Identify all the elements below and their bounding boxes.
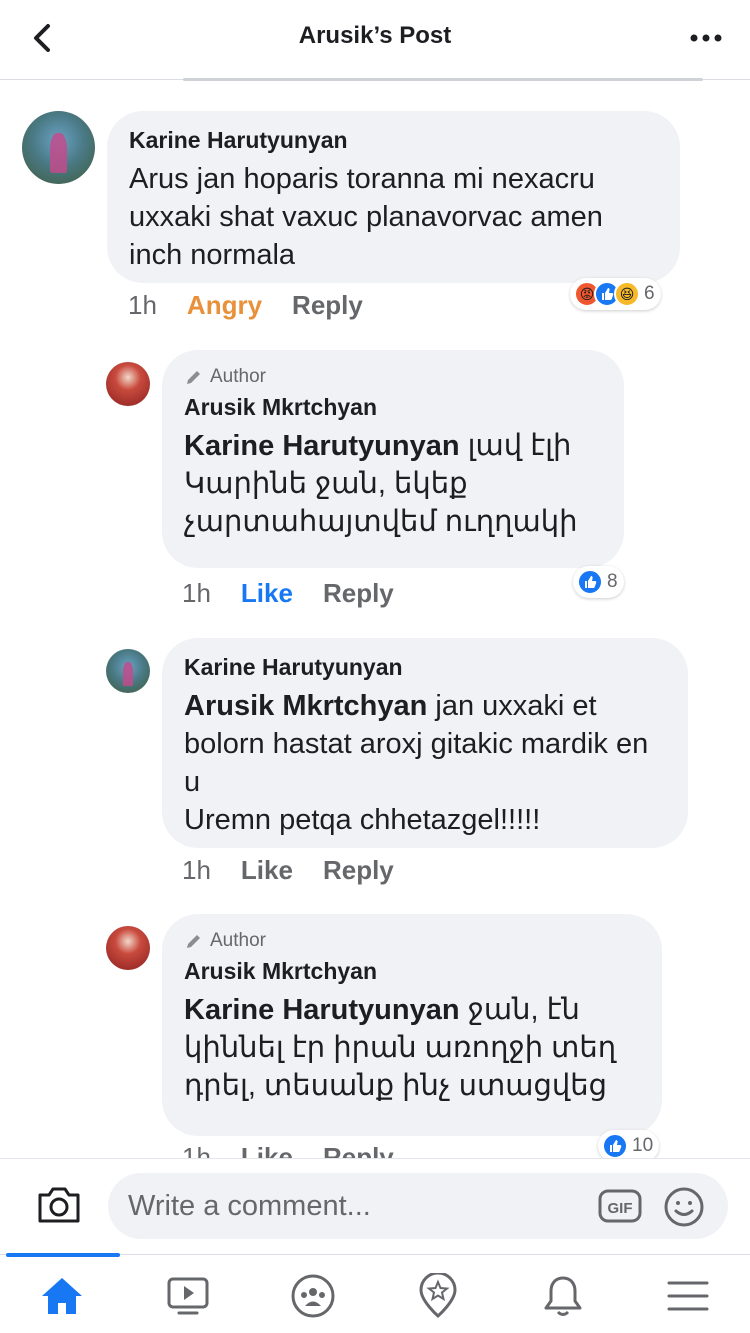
like-reaction-icon [577, 569, 603, 595]
reply-button[interactable]: Reply [292, 290, 363, 321]
gif-icon: GIF [598, 1189, 642, 1223]
reaction-summary[interactable]: 8 [573, 566, 624, 598]
reaction-count: 8 [607, 571, 618, 592]
avatar[interactable] [106, 926, 150, 970]
comment-author[interactable]: Arusik Mkrtchyan [184, 958, 640, 985]
watch-icon [167, 1277, 209, 1315]
comment-actions: 1h Angry Reply [128, 290, 363, 321]
avatar[interactable] [106, 362, 150, 406]
reaction-count: 10 [632, 1135, 654, 1156]
pencil-icon [187, 371, 200, 384]
bottom-navigation [0, 1253, 750, 1333]
groups-icon [291, 1274, 335, 1318]
comment-timestamp[interactable]: 1h [128, 290, 157, 321]
author-badge: Author [184, 366, 602, 388]
comment-author[interactable]: Arusik Mkrtchyan [184, 394, 602, 421]
nav-groups[interactable] [288, 1273, 338, 1319]
comment-text: Karine Harutyunyan ջան, էն կիննել էր իրա… [184, 994, 617, 1102]
comment-timestamp[interactable]: 1h [182, 578, 211, 609]
like-button[interactable]: Like [241, 855, 293, 886]
reply-button[interactable]: Reply [323, 855, 394, 886]
app-header: Arusik’s Post [0, 0, 750, 80]
haha-reaction-icon: 😆 [614, 281, 640, 307]
nav-notifications[interactable] [538, 1273, 588, 1319]
nav-watch[interactable] [163, 1273, 213, 1319]
avatar[interactable] [22, 111, 95, 184]
comment-author[interactable]: Karine Harutyunyan [129, 127, 658, 154]
comment-text: Arus jan hoparis toranna mi nexacru uxxa… [129, 163, 603, 271]
comment-bubble: Karine Harutyunyan Arusik Mkrtchyan jan … [162, 638, 688, 848]
comment-bubble: Author Arusik Mkrtchyan Karine Harutyuny… [162, 350, 624, 568]
comment-composer: GIF [0, 1158, 750, 1254]
notifications-icon [544, 1276, 582, 1316]
reaction-count: 6 [644, 283, 655, 304]
comment-timestamp[interactable]: 1h [182, 855, 211, 886]
nav-pages[interactable] [413, 1273, 463, 1319]
emoji-icon [664, 1187, 704, 1227]
gif-button[interactable]: GIF [598, 1187, 642, 1225]
avatar[interactable] [106, 649, 150, 693]
svg-text:GIF: GIF [608, 1200, 633, 1217]
reply-button[interactable]: Reply [323, 578, 394, 609]
comment-author[interactable]: Karine Harutyunyan [184, 654, 666, 681]
like-button[interactable]: Like [241, 578, 293, 609]
mention-link[interactable]: Karine Harutyunyan [184, 994, 460, 1026]
nav-home[interactable] [37, 1273, 87, 1319]
comment-bubble: Karine Harutyunyan Arus jan hoparis tora… [107, 111, 680, 283]
menu-icon [667, 1281, 709, 1311]
comment-bubble: Author Arusik Mkrtchyan Karine Harutyuny… [162, 914, 662, 1136]
active-tab-indicator [6, 1253, 120, 1257]
mention-link[interactable]: Karine Harutyunyan [184, 430, 460, 462]
comment-actions: 1h Like Reply [182, 578, 394, 609]
comment-text: Karine Harutyunyan լավ էլի Կարինե ջան, ե… [184, 430, 578, 538]
mention-link[interactable]: Arusik Mkrtchyan [184, 690, 427, 722]
home-icon [42, 1278, 82, 1314]
comment-text: Arusik Mkrtchyan jan uxxaki et bolorn ha… [184, 690, 649, 836]
camera-button[interactable] [34, 1183, 84, 1227]
pages-icon [419, 1273, 457, 1319]
more-icon [690, 34, 722, 42]
comment-actions: 1h Like Reply [182, 855, 394, 886]
camera-icon [38, 1187, 80, 1223]
more-options-button[interactable] [688, 24, 724, 52]
previous-comment-edge [183, 78, 703, 81]
pencil-icon [187, 935, 200, 948]
author-badge: Author [184, 930, 640, 952]
like-reaction-icon [602, 1133, 628, 1159]
nav-menu[interactable] [663, 1273, 713, 1319]
react-button[interactable]: Angry [187, 290, 262, 321]
page-title: Arusik’s Post [298, 22, 452, 49]
reaction-summary[interactable]: 😡 😆 6 [570, 278, 661, 310]
emoji-button[interactable] [662, 1185, 706, 1229]
